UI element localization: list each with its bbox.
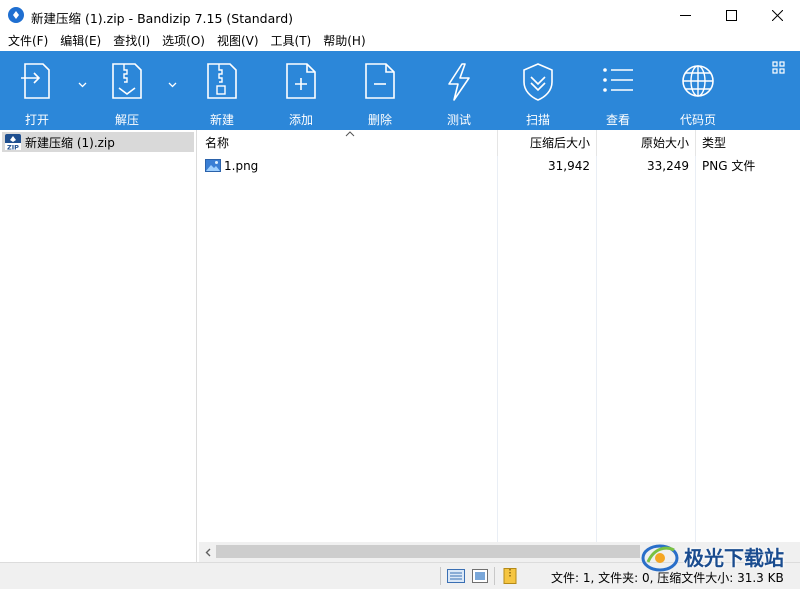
watermark-logo-icon	[641, 544, 679, 572]
bandizip-app-icon	[8, 7, 24, 23]
codepage-button[interactable]: 代码页	[675, 51, 721, 130]
maximize-icon	[725, 10, 737, 21]
add-button[interactable]: 添加	[280, 51, 322, 130]
layout-grid-icon[interactable]	[772, 61, 786, 75]
status-separator	[494, 567, 495, 585]
codepage-label: 代码页	[679, 113, 716, 127]
add-file-icon	[281, 62, 321, 108]
shield-icon	[518, 62, 558, 108]
icon-view-toggle[interactable]	[470, 567, 490, 585]
close-icon	[771, 10, 783, 21]
scroll-left-button[interactable]	[199, 542, 216, 562]
delete-file-icon	[360, 62, 400, 108]
extract-button[interactable]: 解压	[106, 51, 148, 130]
table-row[interactable]: 1.png 31,942 33,249 PNG 文件	[199, 156, 800, 176]
new-archive-icon	[202, 62, 242, 108]
lightning-icon	[439, 62, 479, 108]
minimize-button[interactable]	[662, 0, 708, 31]
new-label: 新建	[209, 113, 234, 127]
column-header-compressed-size[interactable]: 压缩后大小	[498, 130, 597, 156]
title-bar: 新建压缩 (1).zip - Bandizip 7.15 (Standard)	[0, 0, 800, 31]
menu-view[interactable]: 视图(V)	[211, 31, 265, 51]
column-header-type[interactable]: 类型	[696, 130, 800, 156]
toolbar: 打开 解压 新建 添加 删除 测试 扫描 查看 代码页	[0, 51, 800, 130]
menu-find[interactable]: 查找(I)	[107, 31, 156, 51]
test-button[interactable]: 测试	[438, 51, 480, 130]
sort-ascending-icon	[345, 131, 355, 137]
open-icon	[17, 62, 57, 108]
folder-tree-panel: ZIP 新建压缩 (1).zip	[0, 130, 197, 562]
details-view-icon	[447, 569, 465, 583]
delete-label: 删除	[367, 113, 392, 127]
add-label: 添加	[288, 113, 313, 127]
scan-label: 扫描	[525, 113, 550, 127]
open-button[interactable]: 打开	[16, 51, 58, 130]
minimize-icon	[679, 15, 691, 16]
window-title: 新建压缩 (1).zip - Bandizip 7.15 (Standard)	[31, 11, 294, 26]
chevron-down-icon	[78, 82, 86, 88]
chevron-down-icon	[168, 82, 176, 88]
menu-options[interactable]: 选项(O)	[156, 31, 211, 51]
original-size-cell: 33,249	[647, 159, 689, 173]
column-header-original-size[interactable]: 原始大小	[597, 130, 696, 156]
svg-text:ZIP: ZIP	[7, 144, 19, 151]
status-separator	[440, 567, 441, 585]
close-button[interactable]	[754, 0, 800, 31]
extract-label: 解压	[114, 113, 139, 127]
open-dropdown[interactable]	[76, 79, 88, 91]
menu-tools[interactable]: 工具(T)	[265, 31, 318, 51]
maximize-button[interactable]	[708, 0, 754, 31]
menu-help[interactable]: 帮助(H)	[317, 31, 371, 51]
image-file-icon	[205, 159, 221, 172]
menu-bar: 文件(F) 编辑(E) 查找(I) 选项(O) 视图(V) 工具(T) 帮助(H…	[0, 31, 800, 51]
menu-file[interactable]: 文件(F)	[2, 31, 54, 51]
view-label: 查看	[605, 113, 630, 127]
column-divider	[497, 156, 498, 542]
details-view-toggle[interactable]	[446, 567, 466, 585]
file-type-cell: PNG 文件	[702, 159, 756, 173]
view-button[interactable]: 查看	[597, 51, 639, 130]
zip-archive-icon: ZIP	[5, 134, 21, 150]
file-list-panel: 名称 压缩后大小 原始大小 类型 1.png 31,942 33,249 PNG…	[199, 130, 800, 542]
column-header-row: 名称 压缩后大小 原始大小 类型	[199, 130, 800, 156]
icon-view-icon	[472, 569, 488, 583]
extract-dropdown[interactable]	[166, 79, 178, 91]
extract-icon	[107, 62, 147, 108]
archive-info-icon	[503, 568, 517, 584]
open-label: 打开	[24, 113, 49, 127]
tree-item-archive-root[interactable]: ZIP 新建压缩 (1).zip	[2, 132, 194, 152]
globe-icon	[678, 62, 718, 108]
test-label: 测试	[446, 113, 471, 127]
new-button[interactable]: 新建	[201, 51, 243, 130]
file-name: 1.png	[224, 159, 259, 173]
file-name-cell: 1.png	[199, 156, 498, 176]
column-divider	[695, 156, 696, 542]
menu-edit[interactable]: 编辑(E)	[54, 31, 107, 51]
site-watermark: 极光下载站	[640, 536, 800, 576]
archive-info-button[interactable]	[500, 567, 520, 585]
watermark-text: 极光下载站	[684, 545, 784, 570]
chevron-left-icon	[205, 548, 210, 556]
delete-button[interactable]: 删除	[359, 51, 401, 130]
list-view-icon	[598, 62, 638, 108]
scan-button[interactable]: 扫描	[517, 51, 559, 130]
tree-item-label: 新建压缩 (1).zip	[25, 135, 115, 150]
scrollbar-thumb[interactable]	[216, 545, 640, 558]
column-divider	[596, 156, 597, 542]
compressed-size-cell: 31,942	[548, 159, 590, 173]
